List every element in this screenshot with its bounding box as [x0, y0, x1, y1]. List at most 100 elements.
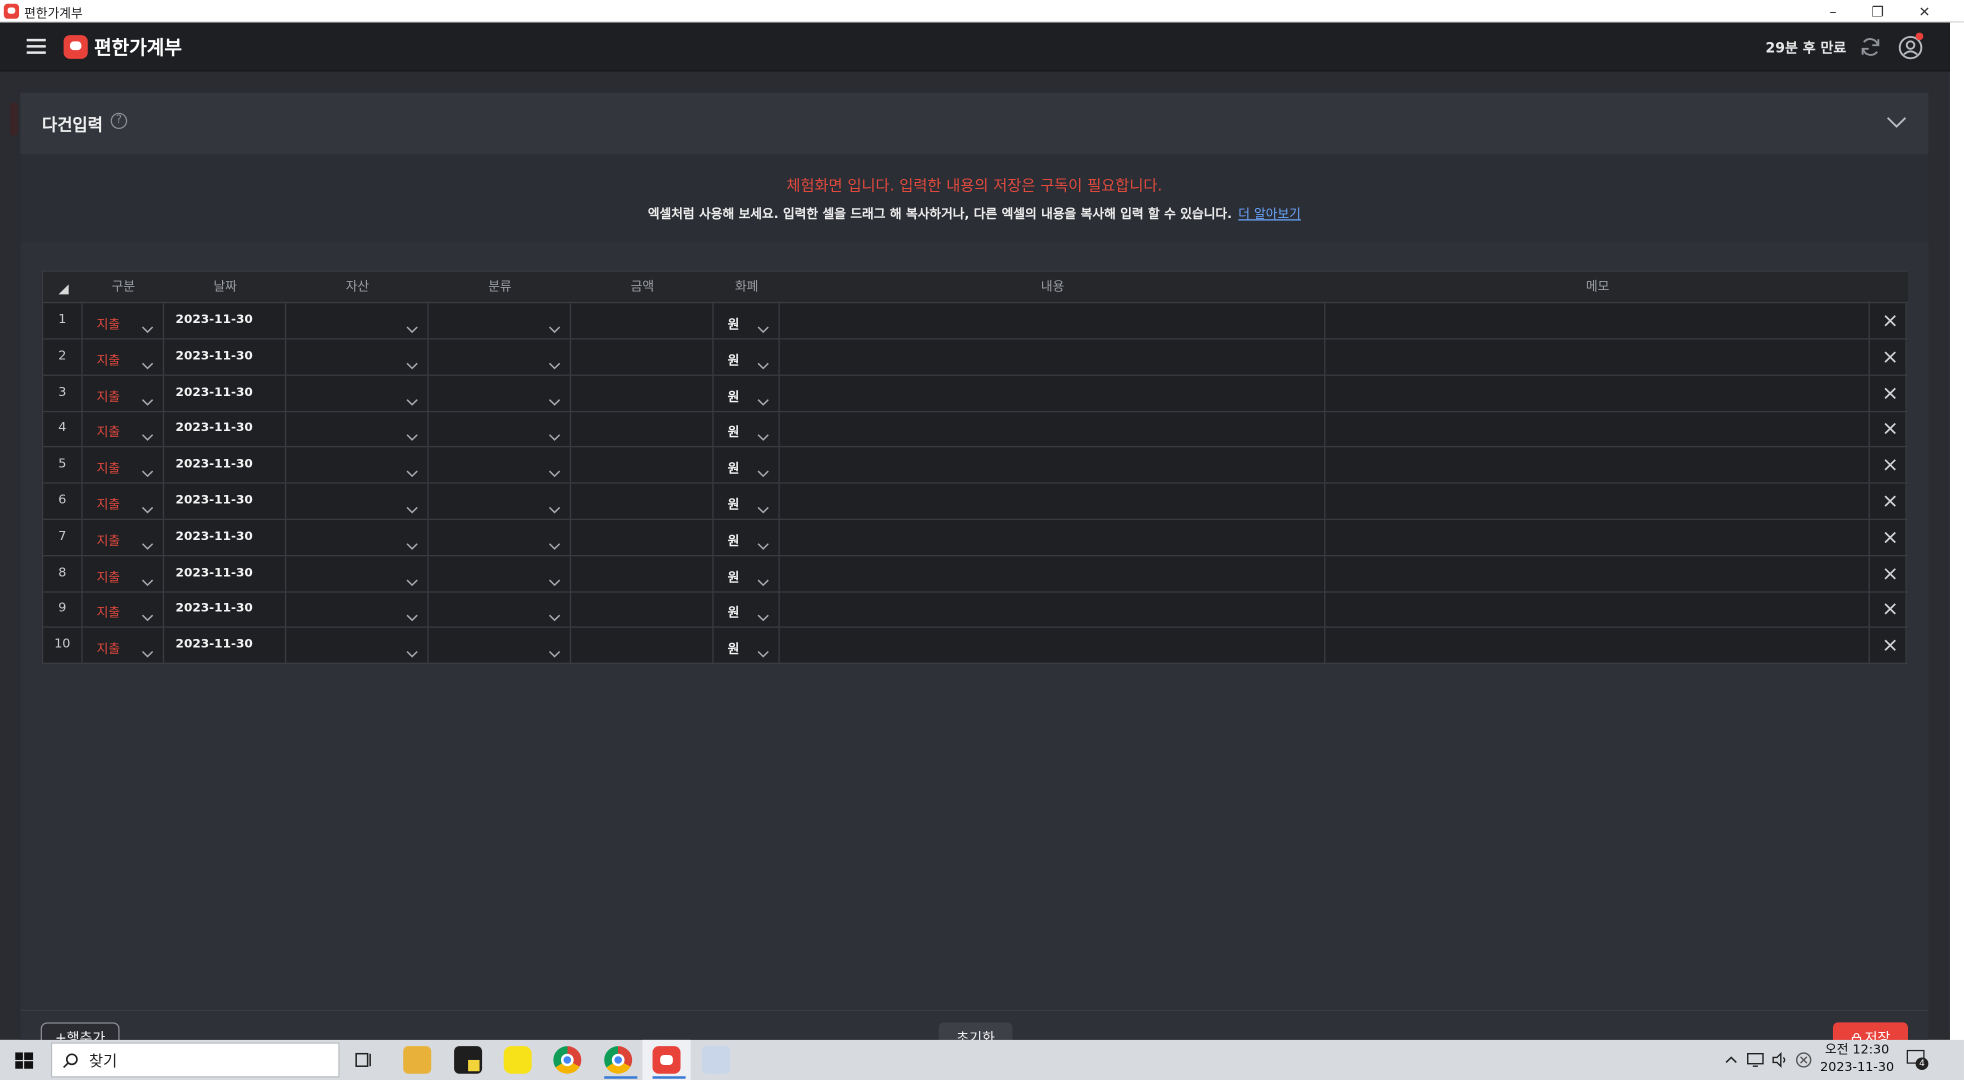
content-input[interactable] [780, 339, 1326, 375]
asset-select[interactable] [286, 375, 429, 411]
type-select[interactable]: 지출 [83, 411, 165, 447]
delete-row-icon[interactable] [1881, 565, 1899, 583]
delete-row-icon[interactable] [1881, 528, 1899, 546]
memo-input[interactable] [1325, 483, 1870, 519]
row-number[interactable]: 1 [43, 303, 83, 339]
row-number[interactable]: 6 [43, 483, 83, 519]
delete-row-icon[interactable] [1881, 456, 1899, 474]
delete-row-icon[interactable] [1881, 312, 1899, 330]
category-select[interactable] [429, 447, 572, 483]
currency-select[interactable]: 원 [714, 627, 780, 664]
delete-row-icon[interactable] [1881, 492, 1899, 510]
content-input[interactable] [780, 447, 1326, 483]
category-select[interactable] [429, 375, 572, 411]
sticky-notes-icon[interactable] [454, 1046, 483, 1074]
date-input[interactable]: 2023-11-30 [164, 411, 287, 447]
amount-input[interactable] [571, 555, 714, 591]
delete-row-icon[interactable] [1881, 601, 1899, 619]
date-input[interactable]: 2023-11-30 [164, 483, 287, 519]
task-view-icon[interactable] [354, 1050, 374, 1070]
refresh-icon[interactable] [1858, 35, 1882, 59]
category-select[interactable] [429, 303, 572, 339]
app-taskbar-icon[interactable] [652, 1046, 681, 1074]
memo-input[interactable] [1325, 375, 1870, 411]
memo-input[interactable] [1325, 627, 1870, 664]
memo-input[interactable] [1325, 303, 1870, 339]
memo-input[interactable] [1325, 339, 1870, 375]
content-input[interactable] [780, 627, 1326, 664]
row-number[interactable]: 4 [43, 411, 83, 447]
network-icon[interactable] [1746, 1051, 1764, 1069]
chrome-icon[interactable] [553, 1046, 582, 1074]
currency-select[interactable]: 원 [714, 519, 780, 555]
type-select[interactable]: 지출 [83, 519, 165, 555]
row-number[interactable]: 2 [43, 339, 83, 375]
asset-select[interactable] [286, 555, 429, 591]
delete-row-icon[interactable] [1881, 637, 1899, 655]
notification-center-icon[interactable]: 4 [1906, 1049, 1929, 1070]
memo-input[interactable] [1325, 591, 1870, 627]
amount-input[interactable] [571, 375, 714, 411]
windows-start-icon[interactable] [0, 1040, 48, 1080]
chevron-up-icon[interactable] [1724, 1052, 1739, 1067]
minimize-button[interactable]: – [1810, 0, 1856, 23]
asset-select[interactable] [286, 591, 429, 627]
category-select[interactable] [429, 591, 572, 627]
content-input[interactable] [780, 411, 1326, 447]
date-input[interactable]: 2023-11-30 [164, 627, 287, 664]
memo-input[interactable] [1325, 519, 1870, 555]
amount-input[interactable] [571, 591, 714, 627]
date-input[interactable]: 2023-11-30 [164, 519, 287, 555]
currency-select[interactable]: 원 [714, 411, 780, 447]
asset-select[interactable] [286, 339, 429, 375]
category-select[interactable] [429, 627, 572, 664]
delete-row-icon[interactable] [1881, 420, 1899, 438]
panel-header[interactable]: 다건입력 ? [20, 92, 1929, 155]
date-input[interactable]: 2023-11-30 [164, 591, 287, 627]
delete-row-icon[interactable] [1881, 384, 1899, 402]
select-all-icon[interactable] [58, 284, 69, 295]
amount-input[interactable] [571, 627, 714, 664]
content-input[interactable] [780, 375, 1326, 411]
file-explorer-icon[interactable] [403, 1046, 432, 1074]
type-select[interactable]: 지출 [83, 339, 165, 375]
close-button[interactable]: ✕ [1902, 0, 1948, 23]
currency-select[interactable]: 원 [714, 303, 780, 339]
currency-select[interactable]: 원 [714, 447, 780, 483]
row-number[interactable]: 9 [43, 591, 83, 627]
chevron-down-icon[interactable] [1885, 110, 1908, 133]
date-input[interactable]: 2023-11-30 [164, 447, 287, 483]
help-icon[interactable]: ? [110, 112, 128, 130]
category-select[interactable] [429, 519, 572, 555]
category-select[interactable] [429, 411, 572, 447]
asset-select[interactable] [286, 411, 429, 447]
memo-input[interactable] [1325, 411, 1870, 447]
content-input[interactable] [780, 303, 1326, 339]
amount-input[interactable] [571, 519, 714, 555]
currency-select[interactable]: 원 [714, 339, 780, 375]
asset-select[interactable] [286, 303, 429, 339]
date-input[interactable]: 2023-11-30 [164, 375, 287, 411]
date-input[interactable]: 2023-11-30 [164, 339, 287, 375]
row-number[interactable]: 8 [43, 555, 83, 591]
type-select[interactable]: 지출 [83, 555, 165, 591]
amount-input[interactable] [571, 411, 714, 447]
amount-input[interactable] [571, 303, 714, 339]
amount-input[interactable] [571, 447, 714, 483]
content-input[interactable] [780, 483, 1326, 519]
currency-select[interactable]: 원 [714, 591, 780, 627]
row-number[interactable]: 10 [43, 627, 83, 664]
type-select[interactable]: 지출 [83, 591, 165, 627]
content-input[interactable] [780, 591, 1326, 627]
category-select[interactable] [429, 339, 572, 375]
kakaotalk-icon[interactable] [503, 1046, 532, 1074]
asset-select[interactable] [286, 519, 429, 555]
volume-icon[interactable] [1771, 1051, 1789, 1069]
delete-row-icon[interactable] [1881, 348, 1899, 366]
amount-input[interactable] [571, 483, 714, 519]
amount-input[interactable] [571, 339, 714, 375]
asset-select[interactable] [286, 447, 429, 483]
row-number[interactable]: 5 [43, 447, 83, 483]
type-select[interactable]: 지출 [83, 483, 165, 519]
category-select[interactable] [429, 483, 572, 519]
